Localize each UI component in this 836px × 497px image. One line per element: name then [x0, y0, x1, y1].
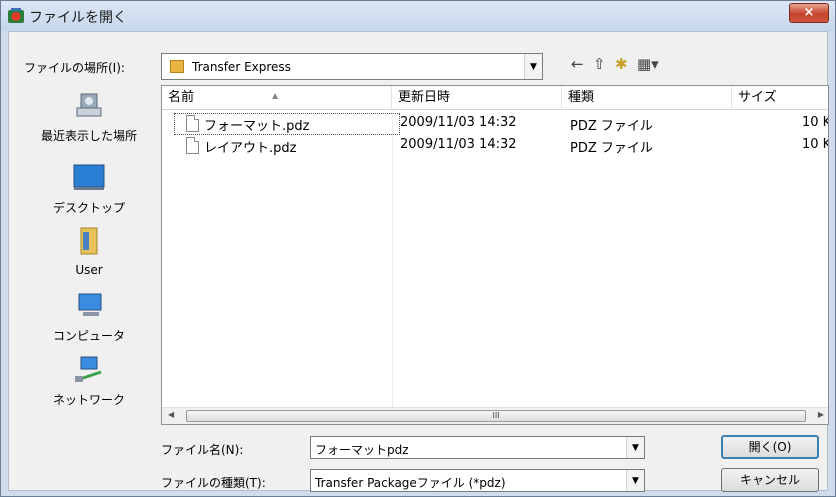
- column-divider: [392, 110, 393, 424]
- places-bar: 最近表示した場所 デスクトップ User コンピュータ ネットワーク: [19, 84, 159, 422]
- place-label: コンピュータ: [52, 329, 125, 343]
- look-in-label: ファイルの場所(I):: [24, 61, 125, 75]
- recent-places-icon: [76, 93, 102, 117]
- title-bar[interactable]: ファイルを開く ×: [1, 1, 835, 31]
- file-type-value: Transfer Packageファイル (*pdz): [315, 476, 506, 490]
- desktop-icon: [73, 164, 105, 190]
- network-icon: [75, 356, 102, 382]
- user-folder-icon: [80, 227, 98, 255]
- column-size[interactable]: サイズ: [732, 86, 828, 110]
- file-name-input[interactable]: フォーマットpdz ▼: [310, 436, 645, 459]
- file-size: 10 K: [802, 137, 829, 152]
- close-button[interactable]: ×: [789, 3, 829, 23]
- place-computer[interactable]: コンピュータ: [19, 290, 159, 344]
- window-title: ファイルを開く: [29, 10, 127, 26]
- open-button[interactable]: 開く(O): [721, 435, 819, 459]
- column-name-label: 名前: [168, 90, 195, 105]
- file-type-select[interactable]: Transfer Packageファイル (*pdz) ▼: [310, 469, 645, 492]
- place-user[interactable]: User: [19, 226, 159, 277]
- horizontal-scrollbar[interactable]: ◀ III ▶: [162, 407, 828, 424]
- app-icon: [8, 8, 24, 23]
- file-name-label: ファイル名(N):: [161, 443, 244, 457]
- file-size: 10 K: [802, 115, 829, 130]
- place-desktop[interactable]: デスクトップ: [19, 162, 159, 216]
- cancel-button[interactable]: キャンセル: [721, 468, 819, 492]
- look-in-dropdown[interactable]: Transfer Express ▼: [161, 53, 543, 80]
- file-modified: 2009/11/03 14:32: [400, 115, 517, 130]
- file-name-value: フォーマットpdz: [315, 443, 409, 457]
- back-icon[interactable]: ←: [571, 55, 584, 73]
- place-network[interactable]: ネットワーク: [19, 354, 159, 408]
- column-type[interactable]: 種類: [562, 86, 732, 110]
- file-row[interactable]: レイアウト.pdz 2009/11/03 14:32 PDZ ファイル 10 K: [162, 135, 829, 157]
- scrollbar-thumb[interactable]: III: [186, 410, 806, 422]
- computer-icon: [78, 293, 102, 316]
- file-type: PDZ ファイル: [570, 141, 653, 156]
- file-row[interactable]: フォーマット.pdz 2009/11/03 14:32 PDZ ファイル 10 …: [162, 113, 829, 135]
- place-label: 最近表示した場所: [40, 129, 137, 143]
- new-folder-icon[interactable]: ✱: [615, 55, 628, 73]
- file-icon: [186, 137, 199, 154]
- folder-icon: [170, 60, 184, 73]
- column-modified[interactable]: 更新日時: [392, 86, 562, 110]
- place-label: デスクトップ: [52, 201, 125, 215]
- view-menu-icon[interactable]: ▦▾: [637, 55, 659, 73]
- file-name: フォーマット.pdz: [204, 119, 310, 134]
- file-name: レイアウト.pdz: [204, 141, 297, 156]
- file-modified: 2009/11/03 14:32: [400, 137, 517, 152]
- chevron-down-icon[interactable]: ▼: [524, 54, 542, 79]
- file-type-label: ファイルの種類(T):: [161, 476, 266, 490]
- sort-ascending-icon: ▲: [272, 91, 279, 100]
- chevron-down-icon[interactable]: ▼: [626, 470, 644, 491]
- up-folder-icon[interactable]: ⇧: [593, 55, 606, 73]
- place-label: User: [75, 263, 103, 277]
- chevron-down-icon[interactable]: ▼: [626, 437, 644, 458]
- dialog-body: ファイルの場所(I): Transfer Express ▼ ← ⇧ ✱ ▦▾ …: [8, 31, 829, 492]
- file-list[interactable]: 名前 ▲ 更新日時 種類 サイズ フォーマット.pdz 2009/11/03 1…: [161, 85, 829, 425]
- column-header: 名前 ▲ 更新日時 種類 サイズ: [162, 86, 828, 110]
- scroll-right-icon[interactable]: ▶: [818, 410, 824, 419]
- file-icon: [186, 115, 199, 132]
- column-name[interactable]: 名前 ▲: [162, 86, 392, 110]
- file-type: PDZ ファイル: [570, 119, 653, 134]
- look-in-value: Transfer Express: [192, 60, 291, 74]
- place-recent[interactable]: 最近表示した場所: [19, 90, 159, 144]
- scroll-left-icon[interactable]: ◀: [168, 410, 174, 419]
- place-label: ネットワーク: [52, 393, 125, 407]
- open-file-dialog: ファイルを開く × ファイルの場所(I): Transfer Express ▼…: [0, 0, 836, 497]
